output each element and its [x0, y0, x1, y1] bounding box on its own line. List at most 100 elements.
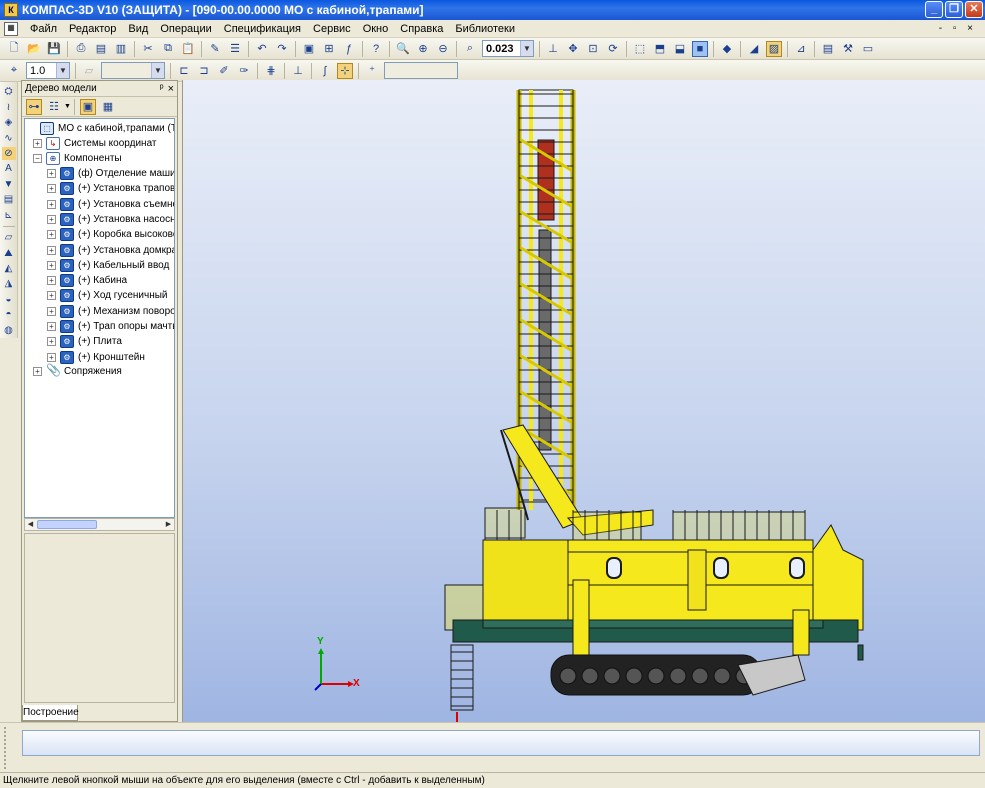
tree-item-components[interactable]: − ⊕ Компоненты [33, 151, 122, 166]
shaded-icon[interactable]: ■ [692, 40, 708, 57]
pan-icon[interactable]: ✥ [565, 41, 581, 57]
rotate-cs-icon[interactable]: ⊐ [196, 63, 212, 79]
maximize-button[interactable]: ❐ [945, 1, 963, 18]
open-icon[interactable]: 📂 [26, 41, 42, 57]
section-icon[interactable]: ▨ [766, 40, 782, 57]
chevron-down-icon[interactable]: ▼ [56, 63, 69, 78]
surface-icon[interactable]: ⛰ [2, 246, 16, 259]
step-combo[interactable]: 1.0 ▼ [26, 62, 70, 79]
library-icon[interactable]: ▤ [820, 41, 836, 57]
tree-item-component[interactable]: + ⚙ (+) Плита [47, 334, 122, 349]
filter-icon[interactable]: ▼ [2, 178, 16, 191]
scroll-right-icon[interactable]: ▶ [163, 519, 174, 530]
tree-view-icon[interactable]: ▦ [100, 99, 116, 115]
fillet-icon[interactable]: ◍ [2, 324, 16, 337]
wireframe-icon[interactable]: ⬚ [632, 41, 648, 57]
shell-icon[interactable]: ◓ [2, 308, 16, 321]
dimensions-icon[interactable]: A [2, 162, 16, 175]
new-document-icon[interactable]: 🗋 [6, 41, 22, 57]
orientation-icon[interactable]: ⊥ [545, 41, 561, 57]
sketch-icon[interactable]: ✐ [216, 63, 232, 79]
menu-help[interactable]: Справка [394, 23, 449, 35]
pin-icon[interactable]: ᵖ [160, 83, 164, 94]
help-pointer-icon[interactable]: ? [368, 41, 384, 57]
properties-icon[interactable]: ▥ [113, 41, 129, 57]
edit-assembly-icon[interactable]: ⛭ [2, 85, 16, 98]
zoom-scale-icon[interactable]: ⌕ [462, 41, 478, 57]
zoom-window-icon[interactable]: 🔍 [395, 41, 411, 57]
zoom-in-icon[interactable]: ⊕ [415, 41, 431, 57]
tree-item-component[interactable]: + ⚙ (+) Кабина [47, 273, 127, 288]
shaded-edges-icon[interactable]: ◆ [719, 41, 735, 57]
menu-view[interactable]: Вид [122, 23, 154, 35]
perspective-icon[interactable]: ◢ [746, 41, 762, 57]
rotate-icon[interactable]: ⟳ [605, 41, 621, 57]
expand-icon[interactable]: + [33, 139, 42, 148]
show-all-icon[interactable]: ⊡ [585, 41, 601, 57]
expand-icon[interactable]: + [47, 276, 56, 286]
zoom-combo[interactable]: 0.023 ▼ [482, 40, 534, 57]
zoom-out-icon[interactable]: ⊖ [435, 41, 451, 57]
coordinates-field[interactable] [384, 62, 458, 79]
tree-item-component[interactable]: + ⚙ (+) Трап опоры мачты [47, 319, 174, 334]
array-icon[interactable]: ◒ [2, 293, 16, 306]
tree-item-component[interactable]: + ⚙ (+) Установка трапов [47, 181, 174, 196]
spec-icon[interactable]: ☰ [227, 41, 243, 57]
tree-structure-icon[interactable]: ☷ [46, 99, 62, 115]
format-icon[interactable]: ✎ [207, 41, 223, 57]
function-icon[interactable]: ƒ [341, 41, 357, 57]
hidden-lines-icon[interactable]: ⬒ [652, 41, 668, 57]
tree-item-component[interactable]: + ⚙ (+) Кабельный ввод [47, 258, 169, 273]
menu-specification[interactable]: Спецификация [218, 23, 307, 35]
preview-icon[interactable]: ▤ [93, 41, 109, 57]
local-cs-icon[interactable]: ⊏ [176, 63, 192, 79]
edit-component-icon[interactable]: ✑ [236, 63, 252, 79]
expand-icon[interactable]: + [47, 337, 56, 347]
tree-item-mates[interactable]: + 📎 Сопряжения [33, 364, 122, 379]
tree-root[interactable]: ⬚ МО с кабиной,трапами (Тел-0, К [27, 121, 174, 136]
panel-close-icon[interactable]: × [168, 83, 174, 95]
tree-item-component[interactable]: + ⚙ (+) Установка домкрат [47, 243, 174, 258]
collapse-icon[interactable]: − [33, 154, 42, 163]
minimize-button[interactable]: _ [925, 1, 943, 18]
chevron-down-icon[interactable]: ▼ [520, 41, 533, 56]
expand-icon[interactable]: + [47, 352, 56, 362]
grid-icon[interactable]: ⋕ [263, 63, 279, 79]
plane-icon[interactable]: ▱ [2, 231, 16, 244]
tree-item-component[interactable]: + ⚙ (+) Коробка высоковол [47, 227, 174, 242]
redo-icon[interactable]: ↷ [274, 41, 290, 57]
measure-left-icon[interactable]: ⊾ [2, 209, 16, 222]
tree-item-component[interactable]: + ⚙ (+) Ход гусеничный [47, 288, 168, 303]
print-icon[interactable]: ⎙ [73, 41, 89, 57]
extrude-icon[interactable]: ◭ [2, 262, 16, 275]
expand-icon[interactable]: + [47, 214, 56, 224]
ortho-mode-icon[interactable]: ⊹ [337, 62, 353, 79]
cut-icon[interactable]: ✂ [140, 41, 156, 57]
menu-operations[interactable]: Операции [154, 23, 217, 35]
thin-hidden-icon[interactable]: ⬓ [672, 41, 688, 57]
close-button[interactable]: ✕ [965, 1, 983, 18]
display-icon[interactable]: ▭ [860, 41, 876, 57]
tree-order-icon[interactable]: ⊶ [26, 98, 42, 115]
tree-filter-icon[interactable]: ▣ [79, 98, 96, 115]
manager-icon[interactable]: ▣ [301, 41, 317, 57]
document-icon[interactable]: ▦ [4, 21, 18, 36]
coordinates-icon[interactable]: ⁺ [364, 63, 380, 79]
expand-icon[interactable]: + [47, 199, 56, 209]
curves-icon[interactable]: ∿ [2, 131, 16, 144]
menu-service[interactable]: Сервис [307, 23, 357, 35]
variables-icon[interactable]: ⊞ [321, 41, 337, 57]
expand-icon[interactable]: + [47, 169, 56, 178]
style-combo[interactable]: ▼ [101, 62, 165, 79]
expand-icon[interactable]: + [47, 184, 56, 194]
expand-icon[interactable]: + [33, 367, 42, 376]
expand-icon[interactable]: + [47, 322, 56, 331]
menu-window[interactable]: Окно [357, 23, 395, 35]
measure-icon[interactable]: ⊿ [793, 41, 809, 57]
expand-icon[interactable]: + [47, 291, 56, 301]
scroll-thumb[interactable] [37, 520, 97, 529]
undo-icon[interactable]: ↶ [254, 41, 270, 57]
expand-icon[interactable]: + [47, 230, 56, 240]
report-icon[interactable]: ▤ [2, 193, 16, 206]
layer-icon[interactable]: ▱ [81, 63, 97, 79]
